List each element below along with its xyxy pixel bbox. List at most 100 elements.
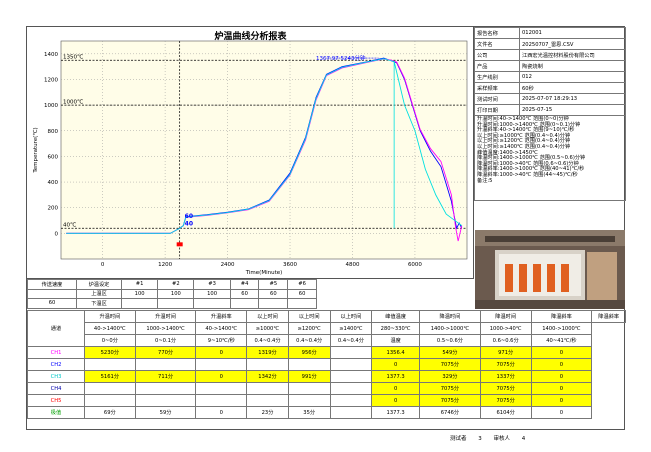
header-cell: 0~0.1分 — [134, 334, 197, 347]
speed-cell: #1 — [120, 279, 159, 290]
channel-value — [84, 358, 136, 371]
info-row: 产品 陶瓷烧制 — [474, 60, 626, 72]
channel-value: 7075分 — [419, 382, 481, 395]
channel-value: 1356.4 — [371, 346, 421, 359]
channel-value: 0 — [195, 370, 248, 383]
channel-value: 0 — [371, 358, 421, 371]
y-tick-label: 800 — [48, 129, 59, 135]
start-value-label: 60 — [185, 213, 193, 220]
speed-cell — [287, 298, 317, 309]
start-marker — [176, 242, 183, 247]
header-cell: 1400->1000℃ — [419, 322, 481, 335]
channel-value: 0 — [371, 394, 421, 407]
channel-value: 5230分 — [84, 346, 136, 359]
channel-value: 711分 — [134, 370, 197, 383]
channel-value: 6746分 — [419, 406, 481, 419]
channel-value: 1319分 — [246, 346, 289, 359]
header-cell: 0.4~0.4分 — [329, 334, 373, 347]
y-tick-label: 1400 — [44, 52, 58, 58]
channel-value: 0 — [530, 394, 593, 407]
report-title: 炉温曲线分析报表 — [214, 32, 287, 42]
info-value: 江西宏光温控材料股份有限公司 — [519, 49, 626, 61]
channel-value — [195, 394, 248, 407]
info-value: 2025-07-07 18:29:13 — [519, 93, 626, 105]
speed-cell: 100 — [193, 288, 231, 299]
speed-cell: 100 — [157, 288, 195, 299]
reference-label: 40℃ — [63, 222, 76, 229]
channel-value: 7075分 — [479, 382, 532, 395]
info-row: 打印日期 2025-07-15 — [474, 104, 626, 116]
info-row: 采样频率 60秒 — [474, 82, 626, 94]
info-row: 公司 江西宏光温控材料股份有限公司 — [474, 49, 626, 61]
speed-cell: 上温区 — [76, 288, 122, 299]
channel-value: 0 — [530, 382, 593, 395]
x-tick-label: 4800 — [345, 262, 359, 268]
speed-cell — [120, 298, 159, 309]
reference-label: 1350℃ — [63, 54, 83, 61]
speed-cell: 60 — [258, 288, 289, 299]
peak-label: 1367.97 5243分钟 — [316, 54, 366, 62]
channel-value — [195, 382, 248, 395]
plot-area — [60, 40, 468, 260]
y-tick-label: 400 — [48, 180, 59, 186]
channel-name: CH2 — [27, 358, 85, 371]
header-cell: 降温斜率 — [530, 310, 593, 323]
channel-row: CH1 5230分 770分 0 1319分 956分 1356.4 549分 971分 0 — [27, 346, 626, 359]
channel-value: 1342分 — [246, 370, 289, 383]
speed-row: 60 下温区 — [27, 298, 317, 309]
header-cell: 280~330℃ — [371, 322, 421, 335]
channel-value — [84, 382, 136, 395]
info-key: 文件名 — [474, 38, 520, 50]
header-cell: 40->1400℃ — [84, 322, 136, 335]
info-row: 测试时间 2025-07-07 18:29:13 — [474, 93, 626, 105]
header-cell: 40->1400℃ — [195, 322, 248, 335]
channel-row: CH4 0 7075分 7075分 0 — [27, 382, 626, 395]
furnace-image — [475, 230, 625, 309]
header-cell: 温度 — [371, 334, 421, 347]
channel-value — [329, 346, 373, 359]
channel-value: 0 — [530, 370, 593, 383]
x-tick-label: 3600 — [283, 262, 297, 268]
header-cell: ≥1200℃ — [287, 322, 331, 335]
channel-value: 1337分 — [479, 370, 532, 383]
channel-value: 1377.3 — [371, 406, 421, 419]
channel-row: 极值 69分 59分 0 23分 35分 1377.3 6746分 6104分 0 — [27, 406, 626, 419]
header-cell: 升温斜率 — [195, 310, 248, 323]
info-value: 陶瓷烧制 — [519, 60, 626, 72]
header-cell: 0~0分 — [84, 334, 136, 347]
channel-value: 0 — [371, 382, 421, 395]
info-row: 报告名称 012001 — [474, 27, 626, 39]
tester-value: 3 — [478, 436, 482, 442]
info-value: 2025-07-15 — [519, 104, 626, 116]
speed-cell: #2 — [157, 279, 195, 290]
channel-value: 329分 — [419, 370, 481, 383]
header-cell: 40~41℃/秒 — [530, 334, 593, 347]
header-row: 通道 升温时间 升温时间 升温斜率 以上时间 以上时间 以上时间 峰值温度 降温时间 降温时间 降温… — [27, 310, 626, 347]
channel-value — [329, 394, 373, 407]
auditor-label: 审核人 — [493, 436, 511, 442]
header-cell: 0.4~0.4分 — [246, 334, 289, 347]
chart-panel: 炉温曲线分析报表 0 1200 2400 3600 4800 6000 0 200 400 600… — [27, 27, 474, 279]
info-value: 012 — [519, 71, 626, 83]
reference-label: 1000℃ — [63, 99, 83, 106]
x-tick-label: 0 — [101, 262, 105, 268]
auditor-value: 4 — [521, 436, 526, 442]
speed-cell — [229, 298, 260, 309]
header-cell: 以上时间 — [287, 310, 331, 323]
channel-value: 0 — [195, 406, 248, 419]
channel-value — [287, 394, 331, 407]
header-cell: 通道 — [27, 310, 85, 347]
x-tick-label: 1200 — [158, 262, 172, 268]
header-cell: 升温时间 — [84, 310, 136, 323]
speed-cell: 下温区 — [76, 298, 122, 309]
channel-value: 69分 — [84, 406, 136, 419]
channel-results-table: 通道 升温时间 升温时间 升温斜率 以上时间 以上时间 以上时间 峰值温度 降温时间 降温时间 降温… — [27, 310, 626, 419]
channel-value: 7075分 — [419, 394, 481, 407]
info-value: 60秒 — [519, 82, 626, 94]
channel-value: 549分 — [419, 346, 481, 359]
info-table: 报告名称 012001 文件名 20250707_雷恩.CSV 公司 江西宏光温控材料股份… — [474, 27, 626, 116]
channel-value — [329, 370, 373, 383]
header-row: 40->1400℃ 1000->1400℃ 40->1400℃ ≥1000℃ ≥1200… — [28, 322, 626, 335]
header-cell: 降温斜率 — [591, 310, 626, 323]
header-cell: 0.6~0.6分 — [479, 334, 532, 347]
